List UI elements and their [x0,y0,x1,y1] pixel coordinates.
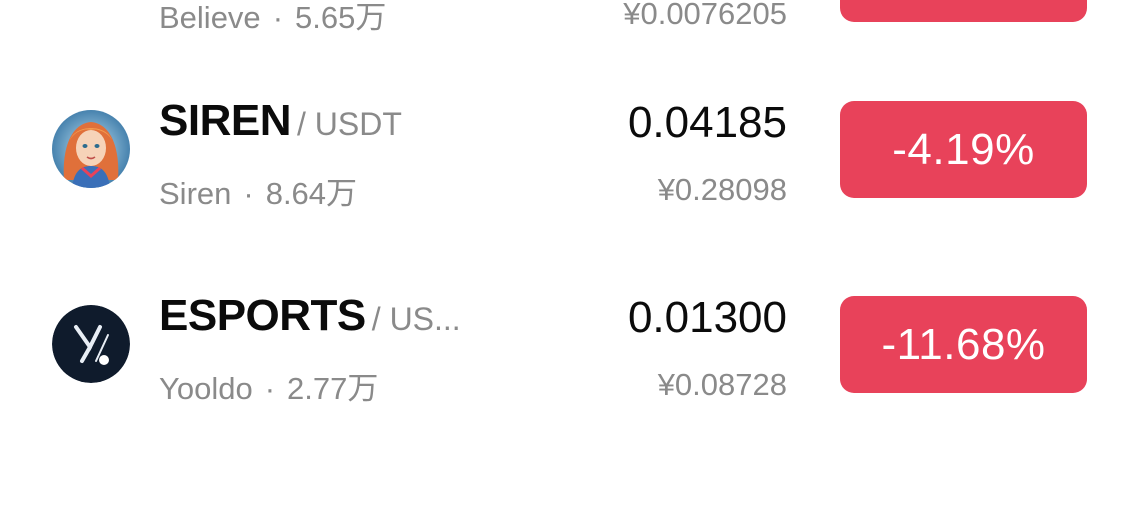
token-info: Yooldo · 2.77万 [159,371,379,406]
token-name: Yooldo [159,371,253,406]
price-cny: ¥0.08728 [657,367,787,402]
token-volume: 2.77万 [287,371,379,406]
token-name: Believe [159,0,261,35]
market-row-siren[interactable]: SIREN / USDT Siren · 8.64万 0.04185 ¥0.28098… [0,90,1139,211]
market-list: Believe · 5.65万 ¥0.0076205 SIREN / USDT … [0,0,1139,505]
price-cny: ¥0.0076205 [623,0,787,31]
pair-name: ESPORTS / US... [159,291,461,341]
change-badge[interactable]: -11.68% [840,296,1087,393]
token-volume: 5.65万 [295,0,387,35]
token-info: Believe · 5.65万 [159,0,387,35]
pair-name: SIREN / USDT [159,96,402,146]
change-badge[interactable]: -4.19% [840,101,1087,198]
token-name: Siren [159,176,232,211]
yooldo-logo-icon [52,305,130,383]
token-info: Siren · 8.64万 [159,176,358,211]
quote-currency: / US... [371,301,461,337]
token-symbol: ESPORTS [159,291,366,340]
quote-currency: / USDT [296,106,402,142]
change-badge[interactable] [840,0,1087,22]
market-row-believe[interactable]: Believe · 5.65万 ¥0.0076205 [0,0,1139,35]
market-row-esports[interactable]: ESPORTS / US... Yooldo · 2.77万 0.01300 ¥0.0… [0,285,1139,406]
token-symbol: SIREN [159,96,291,145]
last-price: 0.01300 [627,293,787,342]
siren-avatar-icon [52,110,130,188]
price-cny: ¥0.28098 [657,172,787,207]
last-price: 0.04185 [627,98,787,147]
token-volume: 8.64万 [265,176,358,211]
